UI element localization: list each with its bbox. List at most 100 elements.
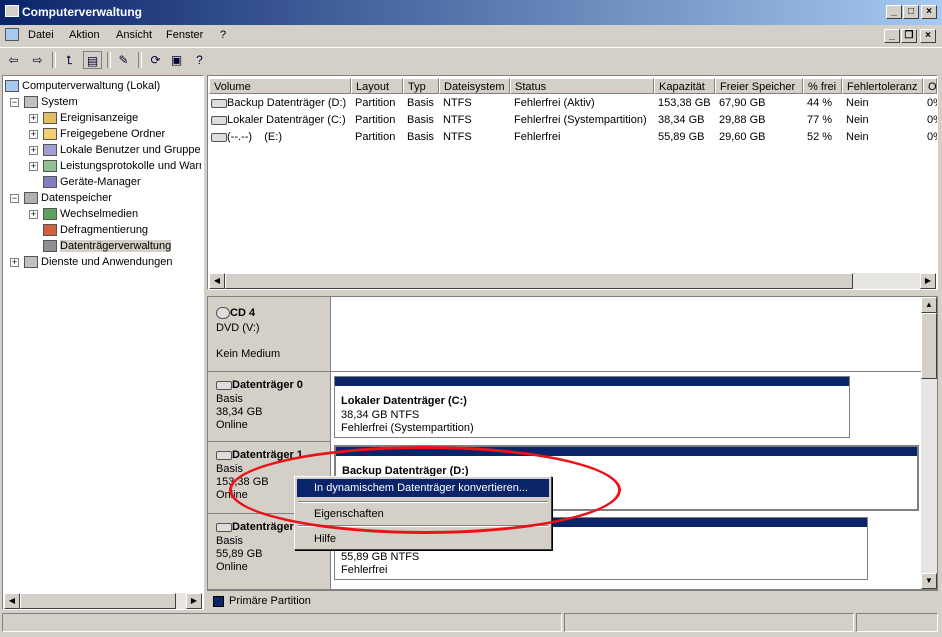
- tree-item-geraete-manager[interactable]: Geräte-Manager: [43, 174, 141, 190]
- up-folder-icon[interactable]: ⮤: [60, 51, 79, 69]
- scroll-right-icon[interactable]: ▶: [920, 273, 936, 289]
- expand-icon[interactable]: +: [29, 162, 38, 171]
- scroll-thumb[interactable]: [921, 313, 937, 379]
- tree-item-lokale-benutzer[interactable]: Lokale Benutzer und Gruppen: [43, 142, 201, 158]
- minimize-button[interactable]: _: [886, 5, 902, 19]
- table-row[interactable]: (--.--) (E:) Partition Basis NTFS Fehler…: [209, 129, 937, 145]
- column-header[interactable]: Dateisystem: [439, 78, 510, 94]
- column-header[interactable]: Overhead: [923, 78, 937, 94]
- scroll-thumb[interactable]: [20, 593, 176, 609]
- table-row[interactable]: Backup Datenträger (D:) Partition Basis …: [209, 95, 937, 111]
- scroll-up-icon[interactable]: ▲: [921, 297, 937, 313]
- scroll-left-icon[interactable]: ◀: [209, 273, 225, 289]
- expand-icon[interactable]: +: [29, 130, 38, 139]
- tree-item-ereignisanzeige[interactable]: Ereignisanzeige: [43, 110, 138, 126]
- expand-icon[interactable]: +: [29, 114, 38, 123]
- scroll-down-icon[interactable]: ▼: [921, 573, 937, 589]
- menu-help[interactable]: ?: [220, 29, 226, 41]
- disk-name: Datenträger 2: [232, 521, 303, 533]
- disk-info-0[interactable]: Datenträger 0 Basis 38,34 GB Online: [208, 372, 331, 442]
- menu-datei[interactable]: Datei: [28, 29, 54, 41]
- column-header[interactable]: Freier Speicher: [715, 78, 803, 94]
- menu-aktion[interactable]: Aktion: [69, 29, 100, 41]
- tree-scrollbar[interactable]: ◀ ▶: [4, 593, 202, 609]
- expand-icon[interactable]: +: [29, 210, 38, 219]
- cell: (--.--) (E:): [227, 131, 282, 143]
- list-scrollbar[interactable]: ◀ ▶: [209, 273, 936, 289]
- mdi-minimize-button[interactable]: _: [884, 29, 900, 43]
- event-viewer-icon: [43, 112, 57, 125]
- tree-item-leistungsprotokolle[interactable]: Leistungsprotokolle und Warnungen: [43, 158, 201, 174]
- partition-c[interactable]: Lokaler Datenträger (C:) 38,34 GB NTFS F…: [334, 376, 850, 438]
- disk-scrollbar[interactable]: ▲ ▼: [921, 297, 937, 589]
- scroll-right-icon[interactable]: ▶: [186, 593, 202, 609]
- tree-item-defragmentierung[interactable]: Defragmentierung: [43, 222, 148, 238]
- tree-label: Geräte-Manager: [60, 176, 141, 188]
- mdi-restore-button[interactable]: ❐: [901, 29, 917, 43]
- close-button[interactable]: ×: [921, 5, 937, 19]
- volume-list: Volume Layout Typ Dateisystem Status Kap…: [207, 75, 938, 290]
- column-header[interactable]: Typ: [403, 78, 439, 94]
- cell: Fehlerfrei (Systempartition): [514, 114, 647, 126]
- maximize-button[interactable]: □: [903, 5, 919, 19]
- menu-fenster[interactable]: Fenster: [166, 29, 203, 41]
- status-panel: [2, 613, 562, 632]
- toolbar-separator: [138, 52, 142, 68]
- tree-item-dienste[interactable]: Dienste und Anwendungen: [24, 254, 173, 270]
- status-panel: [856, 613, 938, 632]
- computer-icon: [5, 80, 19, 93]
- toolbar-separator: [52, 52, 56, 68]
- cell: 52 %: [807, 131, 833, 143]
- disk-status: Online: [216, 419, 248, 431]
- tree-item-root[interactable]: Computerverwaltung (Lokal): [5, 78, 160, 94]
- expand-icon[interactable]: +: [10, 258, 19, 267]
- disk-name: Datenträger 0: [232, 379, 303, 391]
- cell: Partition: [355, 97, 396, 109]
- disk-size: 55,89 GB: [216, 548, 263, 560]
- computer-icon: [5, 28, 19, 41]
- back-icon[interactable]: ⇦: [4, 51, 23, 69]
- collapse-icon[interactable]: −: [10, 98, 19, 107]
- disk-info-cd4[interactable]: CD 4 DVD (V:) Kein Medium: [208, 297, 331, 372]
- disk-name: CD 4: [230, 307, 256, 319]
- cell: Basis: [407, 114, 434, 126]
- help-icon[interactable]: ?: [190, 51, 209, 69]
- column-header[interactable]: Kapazität: [654, 78, 715, 94]
- collapse-icon[interactable]: −: [10, 194, 19, 203]
- tree-item-wechselmedien[interactable]: Wechselmedien: [43, 206, 138, 222]
- mdi-close-button[interactable]: ×: [920, 29, 936, 43]
- column-header[interactable]: Fehlertoleranz: [842, 78, 923, 94]
- expand-icon[interactable]: +: [29, 146, 38, 155]
- disk-icon: [211, 132, 227, 142]
- column-header[interactable]: % frei: [803, 78, 842, 94]
- scroll-left-icon[interactable]: ◀: [4, 593, 20, 609]
- show-tree-icon[interactable]: ▤: [83, 51, 102, 69]
- tree-item-freigegebene-ordner[interactable]: Freigegebene Ordner: [43, 126, 165, 142]
- tree-label: Lokale Benutzer und Gruppen: [60, 144, 201, 156]
- menu-ansicht[interactable]: Ansicht: [116, 29, 152, 41]
- tree-item-datenspeicher[interactable]: Datenspeicher: [24, 190, 112, 206]
- cell: 29,88 GB: [719, 114, 766, 126]
- column-header[interactable]: Status: [510, 78, 654, 94]
- partition-status: Fehlerfrei: [341, 564, 388, 576]
- tree-item-system[interactable]: System: [24, 94, 78, 110]
- legend-swatch: [213, 596, 224, 607]
- tree-item-datentraegerverwaltung[interactable]: Datenträgerverwaltung: [43, 238, 172, 254]
- disk-area-cd4: [331, 297, 921, 372]
- refresh-icon[interactable]: ⟳: [146, 51, 165, 69]
- scroll-thumb[interactable]: [225, 273, 853, 289]
- partition-size: 55,89 GB NTFS: [341, 551, 420, 563]
- cell: Lokaler Datenträger (C:): [227, 114, 346, 126]
- cell: 153,38 GB: [658, 97, 711, 109]
- tree-label: Dienste und Anwendungen: [41, 256, 173, 268]
- table-row[interactable]: Lokaler Datenträger (C:) Partition Basis…: [209, 112, 937, 128]
- window-title: Computerverwaltung: [22, 5, 143, 19]
- tree-label: Freigegebene Ordner: [60, 128, 166, 140]
- forward-icon[interactable]: ⇨: [28, 51, 47, 69]
- partition-bar: [335, 377, 849, 386]
- cd-icon: [216, 307, 230, 320]
- column-header[interactable]: Volume: [209, 78, 351, 94]
- properties-icon[interactable]: ✎: [114, 51, 133, 69]
- export-icon[interactable]: ▣: [167, 51, 186, 69]
- column-header[interactable]: Layout: [351, 78, 403, 94]
